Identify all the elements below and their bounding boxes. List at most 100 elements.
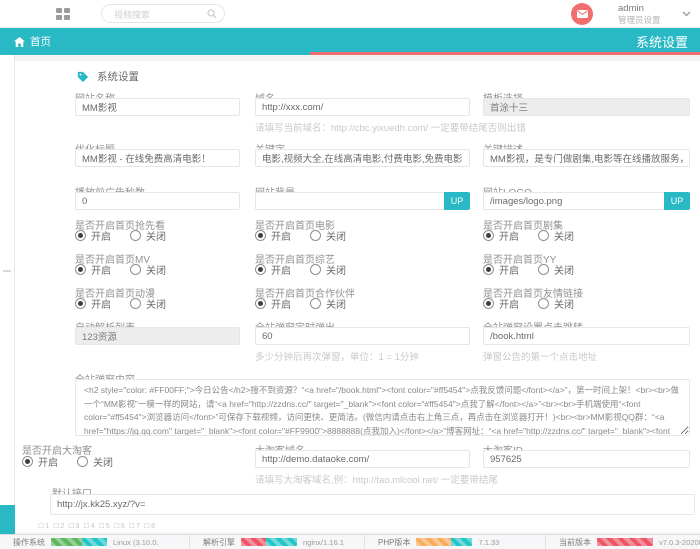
radio-on[interactable] bbox=[483, 264, 494, 275]
radio-off[interactable] bbox=[130, 230, 141, 241]
radio-on[interactable] bbox=[255, 298, 266, 309]
radio-on-label: 开启 bbox=[499, 262, 519, 277]
home-icon bbox=[14, 37, 25, 47]
radio-on-label: 开启 bbox=[91, 262, 111, 277]
footer-php-value: 7.1.33 bbox=[478, 538, 499, 547]
radio-off[interactable] bbox=[538, 264, 549, 275]
popup-content-textarea[interactable]: <h2 style="color: #FF00FF;">今日公告</h2>搜不到… bbox=[75, 379, 690, 436]
status-footer: 操作系统 Linux (3.10.0. 解析引擎 nginx/1.16.1 PH… bbox=[0, 534, 700, 549]
radio-on-label: 开启 bbox=[271, 262, 291, 277]
footer-version: 当前版本 v7.0.3-20200329 bbox=[546, 535, 700, 549]
seo-title-input[interactable] bbox=[75, 149, 240, 167]
radio-on-label: 开启 bbox=[91, 228, 111, 243]
toggle-group: 开启 关闭 bbox=[255, 228, 346, 243]
parse-list-input[interactable] bbox=[75, 327, 240, 345]
toggle-group: 开启 关闭 bbox=[255, 262, 346, 277]
footer-os-bar bbox=[51, 538, 107, 546]
breadcrumb-home-label: 首页 bbox=[30, 34, 51, 49]
site-logo-input[interactable] bbox=[483, 192, 690, 210]
radio-on[interactable] bbox=[22, 456, 33, 467]
footer-os: 操作系统 Linux (3.10.0. bbox=[0, 535, 190, 549]
breadcrumb-page-label: 系统设置 bbox=[636, 32, 688, 51]
toggle-group: 开启 关闭 bbox=[75, 262, 166, 277]
search-input[interactable] bbox=[112, 6, 206, 23]
radio-on[interactable] bbox=[75, 264, 86, 275]
site-logo-upload-button[interactable]: UP bbox=[664, 192, 690, 210]
keywords-input[interactable] bbox=[255, 149, 470, 167]
footer-php: PHP版本 7.1.33 bbox=[365, 535, 546, 549]
apps-grid-icon[interactable] bbox=[56, 8, 70, 20]
domain-input[interactable] bbox=[255, 98, 470, 116]
radio-off[interactable] bbox=[130, 264, 141, 275]
radio-off[interactable] bbox=[130, 298, 141, 309]
radio-off[interactable] bbox=[310, 298, 321, 309]
user-role: 管理员设置 bbox=[618, 15, 661, 25]
footer-engine: 解析引擎 nginx/1.16.1 bbox=[190, 535, 365, 549]
radio-off-label: 关闭 bbox=[554, 296, 574, 311]
popup-link-help: 弹窗公告的第一个点击地址 bbox=[483, 349, 597, 363]
radio-off[interactable] bbox=[538, 230, 549, 241]
radio-off[interactable] bbox=[77, 456, 88, 467]
radio-off[interactable] bbox=[310, 264, 321, 275]
radio-off-label: 关闭 bbox=[146, 228, 166, 243]
description-input[interactable] bbox=[483, 149, 690, 167]
toggle-group: 开启 关闭 bbox=[483, 228, 574, 243]
radio-on[interactable] bbox=[483, 298, 494, 309]
api-option-row-truncated[interactable]: ☐1 ☐2 ☐3 ☐4 ☐5 ☐6 ☐7 ☐8 bbox=[38, 522, 156, 530]
footer-version-bar bbox=[597, 538, 653, 546]
dataoke-id-input[interactable] bbox=[483, 450, 690, 468]
dataoke-toggle-group: 开启 关闭 bbox=[22, 454, 113, 469]
chevron-down-icon[interactable] bbox=[682, 11, 691, 17]
popup-interval-input[interactable] bbox=[255, 327, 470, 345]
notification-avatar[interactable] bbox=[571, 3, 593, 25]
tag-icon bbox=[77, 71, 89, 83]
search-icon[interactable] bbox=[207, 9, 217, 19]
template-select[interactable] bbox=[483, 98, 690, 116]
radio-off[interactable] bbox=[310, 230, 321, 241]
sidebar-divider bbox=[3, 270, 11, 272]
radio-on[interactable] bbox=[255, 230, 266, 241]
active-tab-underline bbox=[310, 52, 700, 55]
radio-on[interactable] bbox=[255, 264, 266, 275]
radio-on-label: 开启 bbox=[271, 228, 291, 243]
radio-on-label: 开启 bbox=[271, 296, 291, 311]
radio-on-label: 开启 bbox=[91, 296, 111, 311]
radio-off[interactable] bbox=[538, 298, 549, 309]
footer-os-label: 操作系统 bbox=[13, 537, 45, 548]
settings-card: 系统设置 网站名称 域名 请填写当前域名：http://cbc.yixuedh.… bbox=[15, 61, 700, 532]
breadcrumb-home[interactable]: 首页 bbox=[14, 28, 51, 55]
collapsed-sidebar bbox=[0, 55, 15, 549]
radio-on[interactable] bbox=[75, 230, 86, 241]
username: admin bbox=[618, 4, 661, 14]
dataoke-domain-input[interactable] bbox=[255, 450, 470, 468]
panel-title: 系统设置 bbox=[97, 69, 139, 84]
panel-header: 系统设置 bbox=[77, 69, 139, 84]
user-menu[interactable]: admin 管理员设置 bbox=[618, 4, 661, 25]
video-search-box bbox=[101, 4, 225, 23]
site-name-input[interactable] bbox=[75, 98, 240, 116]
site-bg-upload-button[interactable]: UP bbox=[444, 192, 470, 210]
radio-off-label: 关闭 bbox=[146, 262, 166, 277]
popup-link-input[interactable] bbox=[483, 327, 690, 345]
toggle-group: 开启 关闭 bbox=[75, 228, 166, 243]
ad-seconds-input[interactable] bbox=[75, 192, 240, 210]
footer-os-value: Linux (3.10.0. bbox=[113, 538, 158, 547]
dataoke-domain-help: 请填写大淘客域名,例：http://tao.mlcool.net/ 一定要带结尾 bbox=[255, 472, 498, 486]
breadcrumb-page: 系统设置 bbox=[636, 28, 688, 55]
radio-off-label: 关闭 bbox=[554, 228, 574, 243]
toggle-group: 开启 关闭 bbox=[483, 262, 574, 277]
default-api-input[interactable] bbox=[50, 494, 695, 515]
footer-engine-bar bbox=[241, 538, 297, 546]
site-bg-input[interactable] bbox=[255, 192, 470, 210]
radio-on-label: 开启 bbox=[38, 454, 58, 469]
radio-on[interactable] bbox=[75, 298, 86, 309]
domain-help: 请填写当前域名：http://cbc.yixuedh.com/ 一定要带结尾否则… bbox=[255, 120, 526, 134]
footer-php-label: PHP版本 bbox=[378, 537, 410, 548]
system-settings-page: admin 管理员设置 首页 系统设置 系统设置 bbox=[0, 0, 700, 549]
radio-on[interactable] bbox=[483, 230, 494, 241]
envelope-icon bbox=[577, 10, 588, 18]
popup-interval-help: 多少分钟后再次弹窗，单位：1 = 1分钟 bbox=[255, 349, 419, 363]
toggle-group: 开启 关闭 bbox=[75, 296, 166, 311]
radio-off-label: 关闭 bbox=[93, 454, 113, 469]
footer-engine-value: nginx/1.16.1 bbox=[303, 538, 344, 547]
